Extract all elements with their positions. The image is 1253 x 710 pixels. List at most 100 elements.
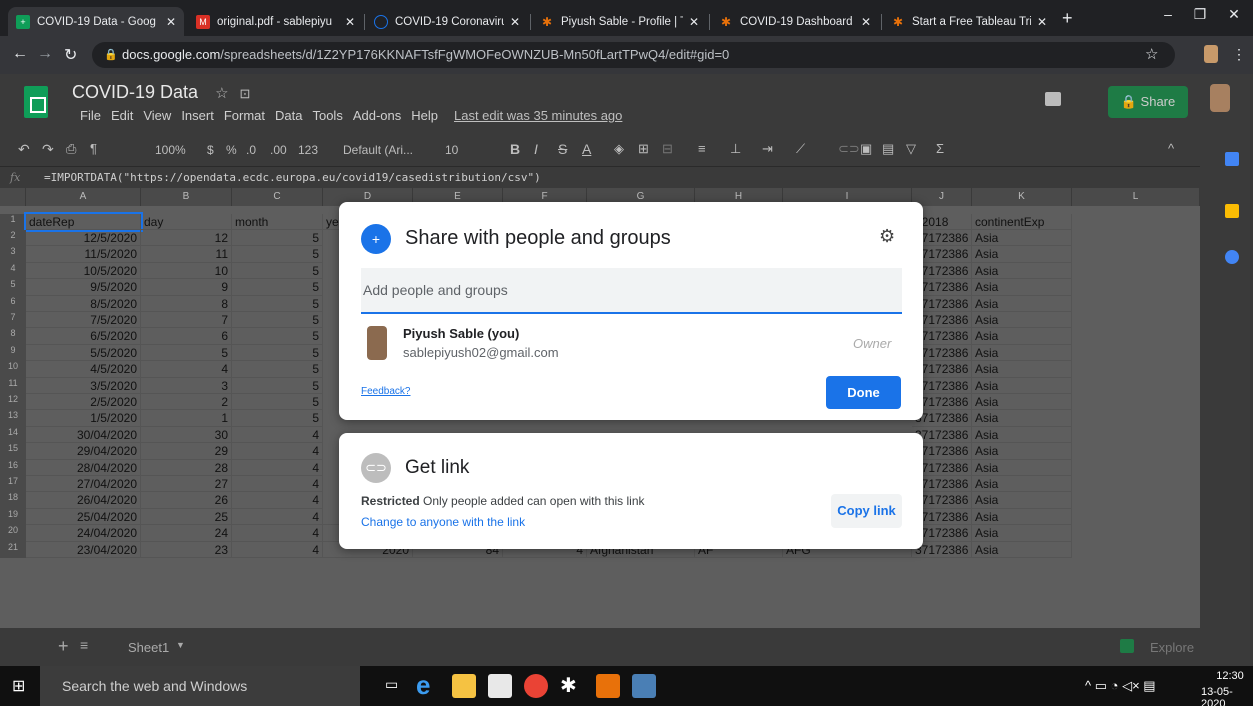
merge-cells-icon[interactable]: ⊟ xyxy=(662,141,673,157)
keep-icon[interactable] xyxy=(1225,204,1239,218)
windows-start-icon[interactable]: ⊞ xyxy=(12,676,25,696)
cell[interactable]: Asia xyxy=(972,508,1072,526)
calendar-icon[interactable] xyxy=(1225,152,1239,166)
share-button[interactable]: 🔒 Share xyxy=(1108,86,1188,118)
cell[interactable]: 5 xyxy=(141,344,232,362)
font-size-select[interactable]: 10 xyxy=(445,143,458,157)
reload-icon[interactable]: ↻ xyxy=(64,45,77,65)
font-select[interactable]: Default (Ari... xyxy=(343,143,413,157)
cell[interactable]: 9/5/2020 xyxy=(26,279,141,296)
close-tab-icon[interactable]: ✕ xyxy=(861,15,871,29)
file-explorer-icon[interactable] xyxy=(452,674,476,698)
cell[interactable]: 25 xyxy=(141,508,232,526)
cell[interactable]: 1/5/2020 xyxy=(26,410,141,427)
cell[interactable]: 24/04/2020 xyxy=(26,525,141,542)
cell[interactable]: 25/04/2020 xyxy=(26,508,141,526)
cell[interactable]: Asia xyxy=(972,295,1072,312)
row-number[interactable]: 7 xyxy=(0,312,26,329)
new-tab-button[interactable]: + xyxy=(1062,8,1073,29)
cell[interactable]: Asia xyxy=(972,443,1072,460)
cell[interactable]: continentExp xyxy=(972,214,1072,231)
explore-icon[interactable] xyxy=(1120,639,1134,653)
row-number[interactable]: 10 xyxy=(0,361,26,378)
filter-icon[interactable]: ▽ xyxy=(906,141,916,157)
account-avatar[interactable] xyxy=(1210,84,1230,112)
formula-input[interactable]: =IMPORTDATA("https://opendata.ecdc.europ… xyxy=(44,167,541,189)
cell[interactable]: 4 xyxy=(232,492,323,509)
explore-button[interactable]: Explore xyxy=(1150,640,1194,655)
cell[interactable]: 4 xyxy=(232,525,323,542)
row-number[interactable]: 20 xyxy=(0,525,26,542)
cell[interactable]: 5 xyxy=(232,328,323,345)
cell[interactable]: 23/04/2020 xyxy=(26,541,141,558)
cell[interactable]: 2 xyxy=(141,394,232,411)
cell[interactable]: 30 xyxy=(141,426,232,444)
cell[interactable]: Asia xyxy=(972,410,1072,427)
cell[interactable]: 27 xyxy=(141,476,232,493)
cell[interactable]: Asia xyxy=(972,459,1072,476)
cell[interactable]: 3/5/2020 xyxy=(26,377,141,394)
cell[interactable]: 7 xyxy=(141,312,232,329)
fill-color-icon[interactable]: ◈ xyxy=(614,141,624,157)
browser-menu-icon[interactable]: ⋮ xyxy=(1232,46,1246,63)
cell[interactable]: 11/5/2020 xyxy=(26,246,141,263)
system-tray-icons[interactable]: ^ ▭ ◔ ◁× ▤ xyxy=(1085,678,1156,694)
star-icon[interactable]: ☆ xyxy=(215,85,228,102)
cell[interactable]: 4 xyxy=(232,476,323,493)
forward-icon[interactable]: → xyxy=(37,45,53,63)
store-icon[interactable] xyxy=(488,674,512,698)
row-number[interactable]: 15 xyxy=(0,443,26,460)
row-number[interactable]: 4 xyxy=(0,262,26,280)
column-header[interactable]: K xyxy=(972,188,1072,206)
cell[interactable]: Asia xyxy=(972,312,1072,329)
cell[interactable]: 26 xyxy=(141,492,232,509)
cell[interactable]: 4/5/2020 xyxy=(26,361,141,378)
cell[interactable]: Asia xyxy=(972,230,1072,247)
cell[interactable]: 23 xyxy=(141,541,232,558)
browser-tab-dashboard[interactable]: ✱ COVID-19 Dashboard - ✕ xyxy=(711,7,879,36)
done-button[interactable]: Done xyxy=(826,376,901,409)
last-edit-link[interactable]: Last edit was 35 minutes ago xyxy=(454,108,622,123)
row-number[interactable]: 19 xyxy=(0,508,26,526)
browser-tab-profile[interactable]: ✱ Piyush Sable - Profile | T ✕ xyxy=(532,7,707,36)
decrease-decimal-button[interactable]: .0 xyxy=(246,143,256,157)
row-number[interactable]: 9 xyxy=(0,344,26,362)
row-number[interactable]: 13 xyxy=(0,410,26,427)
cell[interactable]: 7/5/2020 xyxy=(26,312,141,329)
menu-insert[interactable]: Insert xyxy=(181,108,214,123)
cell[interactable]: 4 xyxy=(232,459,323,476)
cell[interactable]: Asia xyxy=(972,492,1072,509)
cell[interactable]: 5 xyxy=(232,246,323,263)
close-tab-icon[interactable]: ✕ xyxy=(689,15,699,29)
minimize-icon[interactable]: – xyxy=(1153,6,1183,22)
cell[interactable]: 4 xyxy=(232,508,323,526)
cell[interactable]: 6 xyxy=(141,328,232,345)
cell[interactable]: 4 xyxy=(232,443,323,460)
browser-tab-coronavirus[interactable]: COVID-19 Coronavirus ✕ xyxy=(366,7,528,36)
window-close-icon[interactable]: ✕ xyxy=(1219,6,1249,23)
paint-format-icon[interactable]: ¶ xyxy=(90,141,97,156)
close-tab-icon[interactable]: ✕ xyxy=(345,15,355,29)
menu-tools[interactable]: Tools xyxy=(312,108,342,123)
insert-chart-icon[interactable]: ▤ xyxy=(882,141,894,157)
cell[interactable]: dateRep xyxy=(24,211,143,233)
cell[interactable]: 8 xyxy=(141,295,232,312)
cell[interactable]: Asia xyxy=(972,525,1072,542)
cell[interactable]: Asia xyxy=(972,262,1072,280)
cell[interactable]: 5 xyxy=(232,295,323,312)
cell[interactable]: 28 xyxy=(141,459,232,476)
cell[interactable]: 27/04/2020 xyxy=(26,476,141,493)
task-view-icon[interactable]: ▭ xyxy=(385,676,398,693)
cell[interactable]: 5 xyxy=(232,279,323,296)
cell[interactable]: 3 xyxy=(141,377,232,394)
add-people-input[interactable]: Add people and groups xyxy=(361,268,902,314)
percent-button[interactable]: % xyxy=(226,143,237,157)
cell[interactable]: 5 xyxy=(232,230,323,247)
cell[interactable]: 6/5/2020 xyxy=(26,328,141,345)
close-tab-icon[interactable]: ✕ xyxy=(166,15,176,29)
menu-format[interactable]: Format xyxy=(224,108,265,123)
currency-button[interactable]: $ xyxy=(207,143,214,157)
functions-icon[interactable]: Σ xyxy=(936,141,944,156)
menu-edit[interactable]: Edit xyxy=(111,108,133,123)
increase-decimal-button[interactable]: .00 xyxy=(270,143,287,157)
